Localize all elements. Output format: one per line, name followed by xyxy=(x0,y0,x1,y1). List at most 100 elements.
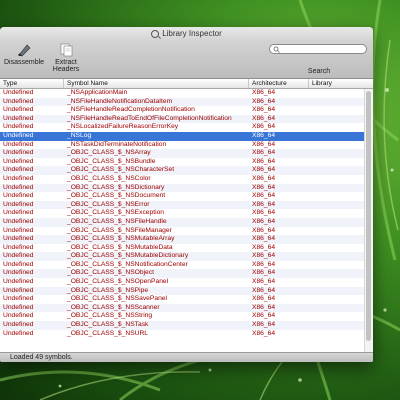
row-symbol-cell: _OBJC_CLASS_$_NSObject xyxy=(67,269,154,277)
row-architecture-cell: X86_64 xyxy=(252,260,276,268)
extract-headers-label: Extract Headers xyxy=(52,59,80,73)
row-architecture-cell: X86_64 xyxy=(252,174,276,182)
table-row[interactable]: Undefined _OBJC_CLASS_$_NSError X86_64 xyxy=(0,200,373,210)
table-row[interactable]: Undefined _OBJC_CLASS_$_NSString X86_64 xyxy=(0,312,373,321)
column-header-architecture[interactable]: Architecture xyxy=(249,79,309,88)
row-architecture-cell: X86_64 xyxy=(252,123,276,131)
table-row[interactable]: Undefined _OBJC_CLASS_$_NSFileManager X86_… xyxy=(0,227,373,236)
table-row[interactable]: Undefined _OBJC_CLASS_$_NSObject X86_64 xyxy=(0,269,373,279)
column-header-type[interactable]: Type xyxy=(0,79,64,88)
table-row[interactable]: Undefined _NSLog X86_64 xyxy=(0,131,373,141)
row-architecture-cell: X86_64 xyxy=(252,157,276,165)
row-type-cell: Undefined xyxy=(3,114,34,122)
row-type-cell: Undefined xyxy=(3,329,34,337)
table-row[interactable]: Undefined _OBJC_CLASS_$_NSTask X86_64 xyxy=(0,321,373,330)
disassemble-icon xyxy=(18,44,31,57)
row-type-cell: Undefined xyxy=(3,260,34,268)
row-architecture-cell: X86_64 xyxy=(252,269,276,277)
row-architecture-cell: X86_64 xyxy=(252,243,276,251)
status-text: Loaded 49 symbols. xyxy=(10,354,73,361)
row-symbol-cell: _OBJC_CLASS_$_NSOpenPanel xyxy=(67,278,169,286)
search-label: Search xyxy=(307,68,331,75)
extract-headers-button[interactable]: Extract Headers xyxy=(44,43,88,73)
row-symbol-cell: _OBJC_CLASS_$_NSScanner xyxy=(67,303,160,311)
symbol-table[interactable]: Undefined _NSApplicationMain X86_64 Undefin… xyxy=(0,89,373,354)
row-symbol-cell: _NSApplicationMain xyxy=(67,89,128,96)
table-row[interactable]: Undefined _OBJC_CLASS_$_NSDocument X86_64 xyxy=(0,192,373,201)
table-row[interactable]: Undefined _OBJC_CLASS_$_NSPipe X86_64 xyxy=(0,286,373,296)
row-architecture-cell: X86_64 xyxy=(252,235,276,243)
table-row[interactable]: Undefined _OBJC_CLASS_$_NSDictionary X86_6… xyxy=(0,183,373,193)
row-symbol-cell: _OBJC_CLASS_$_NSError xyxy=(67,200,150,208)
row-type-cell: Undefined xyxy=(3,209,34,217)
row-type-cell: Undefined xyxy=(3,192,34,200)
column-header-library[interactable]: Library xyxy=(309,79,364,88)
table-row[interactable]: Undefined _OBJC_CLASS_$_NSException X86_64 xyxy=(0,209,373,218)
row-type-cell: Undefined xyxy=(3,295,34,303)
table-row[interactable]: Undefined _OBJC_CLASS_$_NSCharacterSet X86… xyxy=(0,166,373,175)
table-row[interactable]: Undefined _OBJC_CLASS_$_NSURL X86_64 xyxy=(0,330,373,339)
row-type-cell: Undefined xyxy=(3,303,34,311)
row-type-cell: Undefined xyxy=(3,166,34,174)
table-row[interactable]: Undefined _OBJC_CLASS_$_NSMutableData X86_… xyxy=(0,244,373,253)
row-type-cell: Undefined xyxy=(3,252,34,260)
row-architecture-cell: X86_64 xyxy=(252,106,276,114)
table-row[interactable]: Undefined _OBJC_CLASS_$_NSColor X86_64 xyxy=(0,175,373,184)
row-architecture-cell: X86_64 xyxy=(252,166,276,174)
table-row[interactable]: Undefined _OBJC_CLASS_$_NSArray X86_64 xyxy=(0,149,373,158)
table-row[interactable]: Undefined _NSFileHandleNotificationDataIt… xyxy=(0,97,373,107)
row-type-cell: Undefined xyxy=(3,131,34,139)
row-symbol-cell: _OBJC_CLASS_$_NSURL xyxy=(67,329,149,337)
row-architecture-cell: X86_64 xyxy=(252,200,276,208)
row-symbol-cell: _OBJC_CLASS_$_NSException xyxy=(67,209,165,217)
row-symbol-cell: _OBJC_CLASS_$_NSBundle xyxy=(67,157,156,165)
row-type-cell: Undefined xyxy=(3,312,34,320)
search-input[interactable] xyxy=(269,44,367,54)
table-row[interactable]: Undefined _OBJC_CLASS_$_NSMutableDictiona… xyxy=(0,252,373,261)
row-architecture-cell: X86_64 xyxy=(252,183,276,191)
row-symbol-cell: _OBJC_CLASS_$_NSSavePanel xyxy=(67,295,167,303)
row-symbol-cell: _NSTaskDidTerminateNotification xyxy=(67,140,167,148)
row-symbol-cell: _OBJC_CLASS_$_NSMutableArray xyxy=(67,235,175,243)
row-type-cell: Undefined xyxy=(3,321,34,329)
table-row[interactable]: Undefined _OBJC_CLASS_$_NSOpenPanel X86_64 xyxy=(0,278,373,287)
row-type-cell: Undefined xyxy=(3,235,34,243)
table-row[interactable]: Undefined _NSFileHandleReadCompletionNoti… xyxy=(0,106,373,115)
row-type-cell: Undefined xyxy=(3,157,34,165)
title-bar[interactable]: Library Inspector xyxy=(0,27,373,41)
row-type-cell: Undefined xyxy=(3,226,34,234)
row-symbol-cell: _OBJC_CLASS_$_NSDictionary xyxy=(67,183,165,191)
table-row[interactable]: Undefined _OBJC_CLASS_$_NSNotificationCen… xyxy=(0,261,373,270)
table-row[interactable]: Undefined _NSFileHandleReadToEndOfFileCom… xyxy=(0,114,373,124)
row-symbol-cell: _OBJC_CLASS_$_NSCharacterSet xyxy=(67,166,175,174)
row-symbol-cell: _NSFileHandleReadToEndOfFileCompletionNo… xyxy=(67,114,232,122)
row-architecture-cell: X86_64 xyxy=(252,217,276,225)
table-row[interactable]: Undefined _NSLocalizedFailureReasonErrorK… xyxy=(0,123,373,132)
row-symbol-cell: _NSLog xyxy=(67,131,92,139)
column-header-symbol-name[interactable]: Symbol Name xyxy=(64,79,249,88)
table-row[interactable]: Undefined _OBJC_CLASS_$_NSBundle X86_64 xyxy=(0,158,373,167)
row-architecture-cell: X86_64 xyxy=(252,140,276,148)
row-architecture-cell: X86_64 xyxy=(252,226,276,234)
row-architecture-cell: X86_64 xyxy=(252,89,276,96)
scrollbar-thumb[interactable] xyxy=(366,91,371,341)
table-row[interactable]: Undefined _NSApplicationMain X86_64 xyxy=(0,89,373,98)
magnifier-icon xyxy=(151,30,160,38)
library-inspector-window: Library Inspector Disassemble Extract He… xyxy=(0,27,373,362)
row-type-cell: Undefined xyxy=(3,149,34,157)
row-symbol-cell: _OBJC_CLASS_$_NSFileManager xyxy=(67,226,172,234)
vertical-scrollbar[interactable] xyxy=(364,89,373,354)
table-row[interactable]: Undefined _OBJC_CLASS_$_NSScanner X86_64 xyxy=(0,303,373,313)
table-row[interactable]: Undefined _NSTaskDidTerminateNotification… xyxy=(0,141,373,150)
row-symbol-cell: _OBJC_CLASS_$_NSMutableDictionary xyxy=(67,252,189,260)
status-bar: Loaded 49 symbols. xyxy=(0,352,373,362)
row-symbol-cell: _OBJC_CLASS_$_NSString xyxy=(67,312,153,320)
table-row[interactable]: Undefined _OBJC_CLASS_$_NSFileHandle X86_6… xyxy=(0,217,373,227)
table-row[interactable]: Undefined _OBJC_CLASS_$_NSMutableArray X86… xyxy=(0,235,373,244)
window-title: Library Inspector xyxy=(162,29,222,38)
row-architecture-cell: X86_64 xyxy=(252,192,276,200)
disassemble-button[interactable]: Disassemble xyxy=(4,43,44,66)
table-row[interactable]: Undefined _OBJC_CLASS_$_NSSavePanel X86_64 xyxy=(0,295,373,304)
row-symbol-cell: _OBJC_CLASS_$_NSNotificationCenter xyxy=(67,260,188,268)
row-architecture-cell: X86_64 xyxy=(252,209,276,217)
